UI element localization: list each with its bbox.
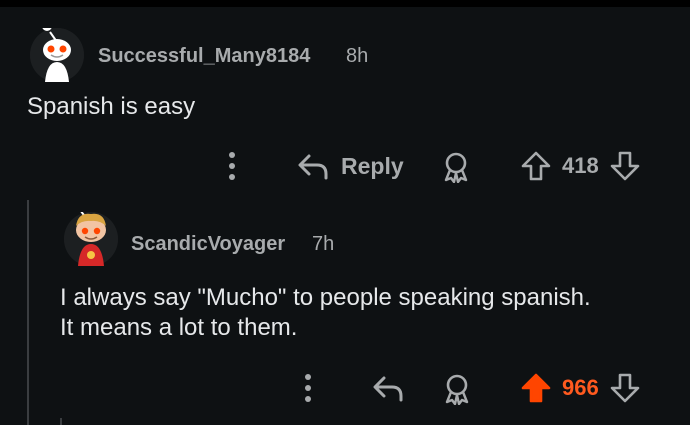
comment-body-line: Spanish is easy — [27, 93, 196, 120]
avatar[interactable] — [30, 28, 84, 82]
reply-button[interactable] — [372, 373, 404, 403]
reply-button[interactable]: Reply — [297, 151, 404, 181]
top-bar — [0, 0, 690, 7]
reply-icon — [373, 376, 403, 402]
vote-controls: 966 — [520, 372, 641, 404]
comment-body: Spanish is easy — [27, 92, 195, 122]
comment-timestamp: 8h — [346, 45, 369, 67]
reply-icon — [298, 154, 328, 180]
more-options-button[interactable] — [224, 150, 240, 182]
award-icon — [444, 152, 468, 183]
avatar[interactable] — [64, 212, 118, 266]
upvote-icon[interactable] — [520, 372, 552, 404]
vote-count: 418 — [562, 153, 599, 178]
thread-line-nested[interactable] — [60, 418, 62, 425]
comment-timestamp: 7h — [312, 233, 335, 255]
reply-label: Reply — [341, 152, 404, 179]
vote-controls: 418 — [520, 150, 641, 182]
downvote-icon[interactable] — [609, 372, 641, 404]
comment-author[interactable]: ScandicVoyager — [131, 233, 285, 256]
thread-line[interactable] — [27, 200, 29, 425]
vote-count: 966 — [562, 375, 599, 400]
more-options-button[interactable] — [300, 372, 316, 404]
upvote-icon[interactable] — [520, 150, 552, 182]
award-button[interactable] — [441, 151, 471, 183]
comment-author[interactable]: Successful_Many8184 — [98, 45, 310, 68]
award-icon — [445, 374, 469, 405]
award-button[interactable] — [442, 373, 472, 405]
more-options-icon — [229, 152, 235, 180]
more-options-icon — [305, 374, 311, 402]
comment-body-line: I always say "Mucho" to people speaking … — [60, 284, 591, 311]
downvote-icon[interactable] — [609, 150, 641, 182]
comment-body-line: It means a lot to them. — [60, 314, 298, 341]
comment-body: I always say "Mucho" to people speaking … — [60, 283, 591, 343]
